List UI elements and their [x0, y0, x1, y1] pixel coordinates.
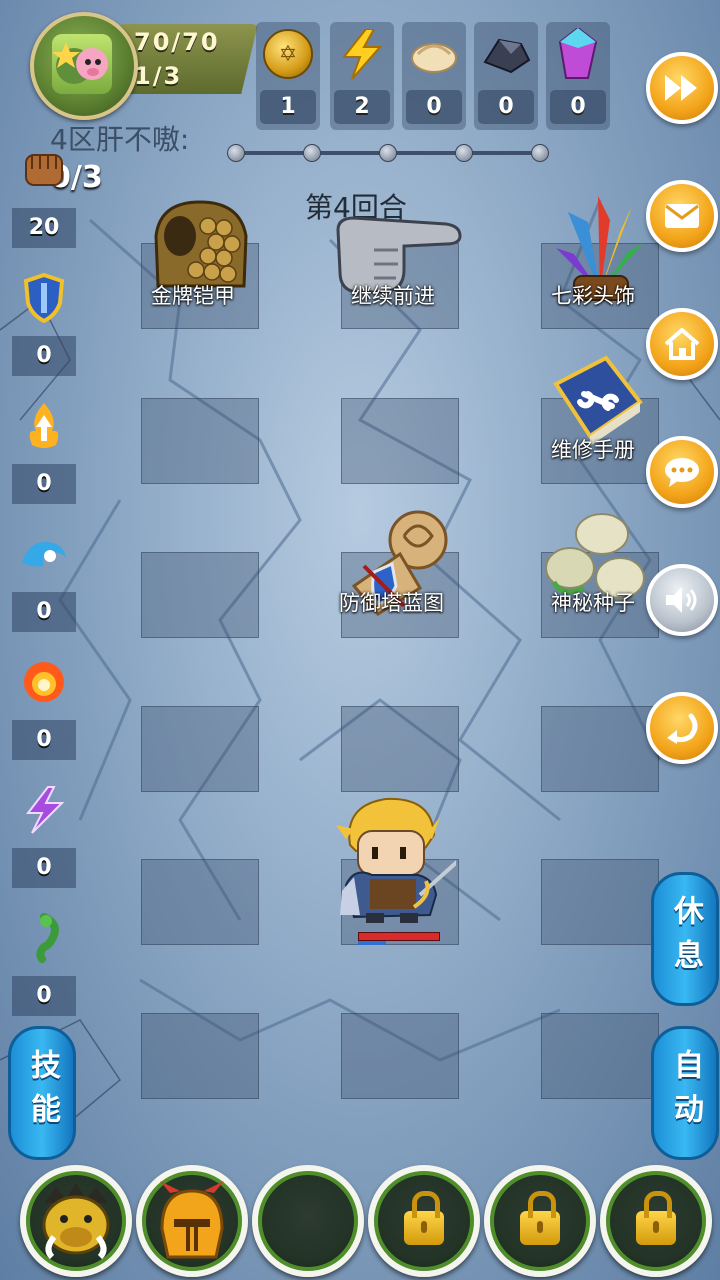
sound-button[interactable]: [646, 564, 718, 636]
resource-value: 1: [260, 90, 316, 124]
pet-slot-locked[interactable]: [600, 1165, 712, 1277]
progress-node: [531, 144, 549, 162]
stat-attack[interactable]: 20: [12, 138, 76, 248]
auto-button[interactable]: 自动: [651, 1026, 719, 1160]
stat-value: 0: [12, 848, 76, 888]
resource-value: 0: [550, 90, 606, 124]
stat-defense[interactable]: 0: [12, 266, 76, 376]
hero-character[interactable]: [336, 795, 460, 925]
pet-slot-empty[interactable]: [252, 1165, 364, 1277]
item-label: 神秘种子: [551, 591, 635, 615]
progress-node: [455, 144, 473, 162]
skill-label: 技能: [25, 1049, 60, 1137]
stat-fire-arrow[interactable]: 0: [12, 394, 76, 504]
lightning-icon: [337, 29, 387, 79]
board-cell[interactable]: [141, 398, 259, 484]
board-cell[interactable]: [341, 398, 459, 484]
stat-poison[interactable]: 0: [12, 906, 76, 1016]
resource-food: 0: [402, 22, 466, 130]
fire-arrow-icon: [20, 398, 68, 454]
mail-icon: [665, 204, 699, 228]
board-cell[interactable]: [141, 1013, 259, 1099]
rest-label: 休息: [668, 895, 703, 983]
top-bar: 70/70 1/3 ✡ 1 2 0 0 0: [0, 0, 720, 135]
chat-button[interactable]: [646, 436, 718, 508]
poison-icon: [20, 910, 68, 966]
pet-slot-locked[interactable]: [368, 1165, 480, 1277]
board-cell[interactable]: [341, 1013, 459, 1099]
progress-node: [227, 144, 245, 162]
lock-icon: [636, 1191, 676, 1245]
fist-icon: [20, 142, 68, 198]
board-cell[interactable]: [341, 706, 459, 792]
stat-value: 20: [12, 208, 76, 248]
hp-value: 70/70: [134, 28, 220, 56]
boar-pet-icon: [42, 1183, 110, 1260]
resource-crystal: 0: [546, 22, 610, 130]
stat-value: 0: [12, 464, 76, 504]
star-coin-icon: ✡: [263, 29, 313, 79]
resource-energy: 2: [330, 22, 394, 130]
hero-hp-bar: [358, 932, 440, 941]
hero-face-icon: [52, 34, 112, 94]
hero-mp-bar: [358, 941, 386, 945]
item-label: 七彩头饰: [551, 284, 635, 308]
resource-value: 2: [334, 90, 390, 124]
board-cell[interactable]: [141, 706, 259, 792]
lock-icon: [404, 1191, 444, 1245]
water-wave-icon: [20, 526, 68, 582]
level-value: 1/3: [134, 62, 183, 90]
rest-button[interactable]: 休息: [651, 872, 719, 1006]
resource-coin: ✡ 1: [256, 22, 320, 130]
pet-slot-helmet[interactable]: [136, 1165, 248, 1277]
stat-value: 0: [12, 720, 76, 760]
speaker-icon: [666, 587, 697, 613]
board-cell[interactable]: [541, 706, 659, 792]
hero-status-panel: 70/70 1/3: [118, 24, 258, 94]
resource-value: 0: [478, 90, 534, 124]
item-label: 金牌铠甲: [151, 284, 235, 308]
chat-bubble-icon: [665, 458, 699, 487]
spartan-helmet-icon: [160, 1181, 224, 1259]
auto-label: 自动: [668, 1049, 703, 1137]
stat-value: 0: [12, 336, 76, 376]
crystal-icon: [553, 28, 603, 79]
resource-value: 0: [406, 90, 462, 124]
progress-node: [379, 144, 397, 162]
lightning-bolt-icon: [20, 782, 68, 838]
pet-slot-locked[interactable]: [484, 1165, 596, 1277]
fireball-icon: [20, 654, 68, 710]
stat-water[interactable]: 0: [12, 522, 76, 632]
resource-ore: 0: [474, 22, 538, 130]
fast-forward-icon: [665, 75, 697, 101]
progress-track: [227, 144, 549, 162]
home-icon: [664, 328, 700, 360]
fast-forward-button[interactable]: [646, 52, 718, 124]
pet-slot-boar[interactable]: [20, 1165, 132, 1277]
mail-button[interactable]: [646, 180, 718, 252]
stat-value: 0: [12, 592, 76, 632]
board-cell[interactable]: [541, 859, 659, 945]
skill-button[interactable]: 技能: [8, 1026, 76, 1160]
progress-node: [303, 144, 321, 162]
hero-portrait[interactable]: [30, 12, 138, 120]
iron-ore-icon: [481, 30, 531, 78]
hero-sprite-icon: [336, 797, 460, 923]
stat-fireball[interactable]: 0: [12, 650, 76, 760]
item-label: 继续前进: [351, 284, 435, 308]
home-button[interactable]: [646, 308, 718, 380]
lock-icon: [520, 1191, 560, 1245]
board-cell[interactable]: [541, 1013, 659, 1099]
item-label: 维修手册: [551, 438, 635, 462]
item-label: 防御塔蓝图: [339, 591, 444, 615]
board-cell[interactable]: [141, 552, 259, 638]
undo-button[interactable]: [646, 692, 718, 764]
return-arrow-icon: [667, 713, 698, 744]
stat-lightning[interactable]: 0: [12, 778, 76, 888]
shield-icon: [20, 270, 68, 326]
stat-value: 0: [12, 976, 76, 1016]
board-cell[interactable]: [141, 859, 259, 945]
dumpling-icon: [409, 30, 459, 78]
